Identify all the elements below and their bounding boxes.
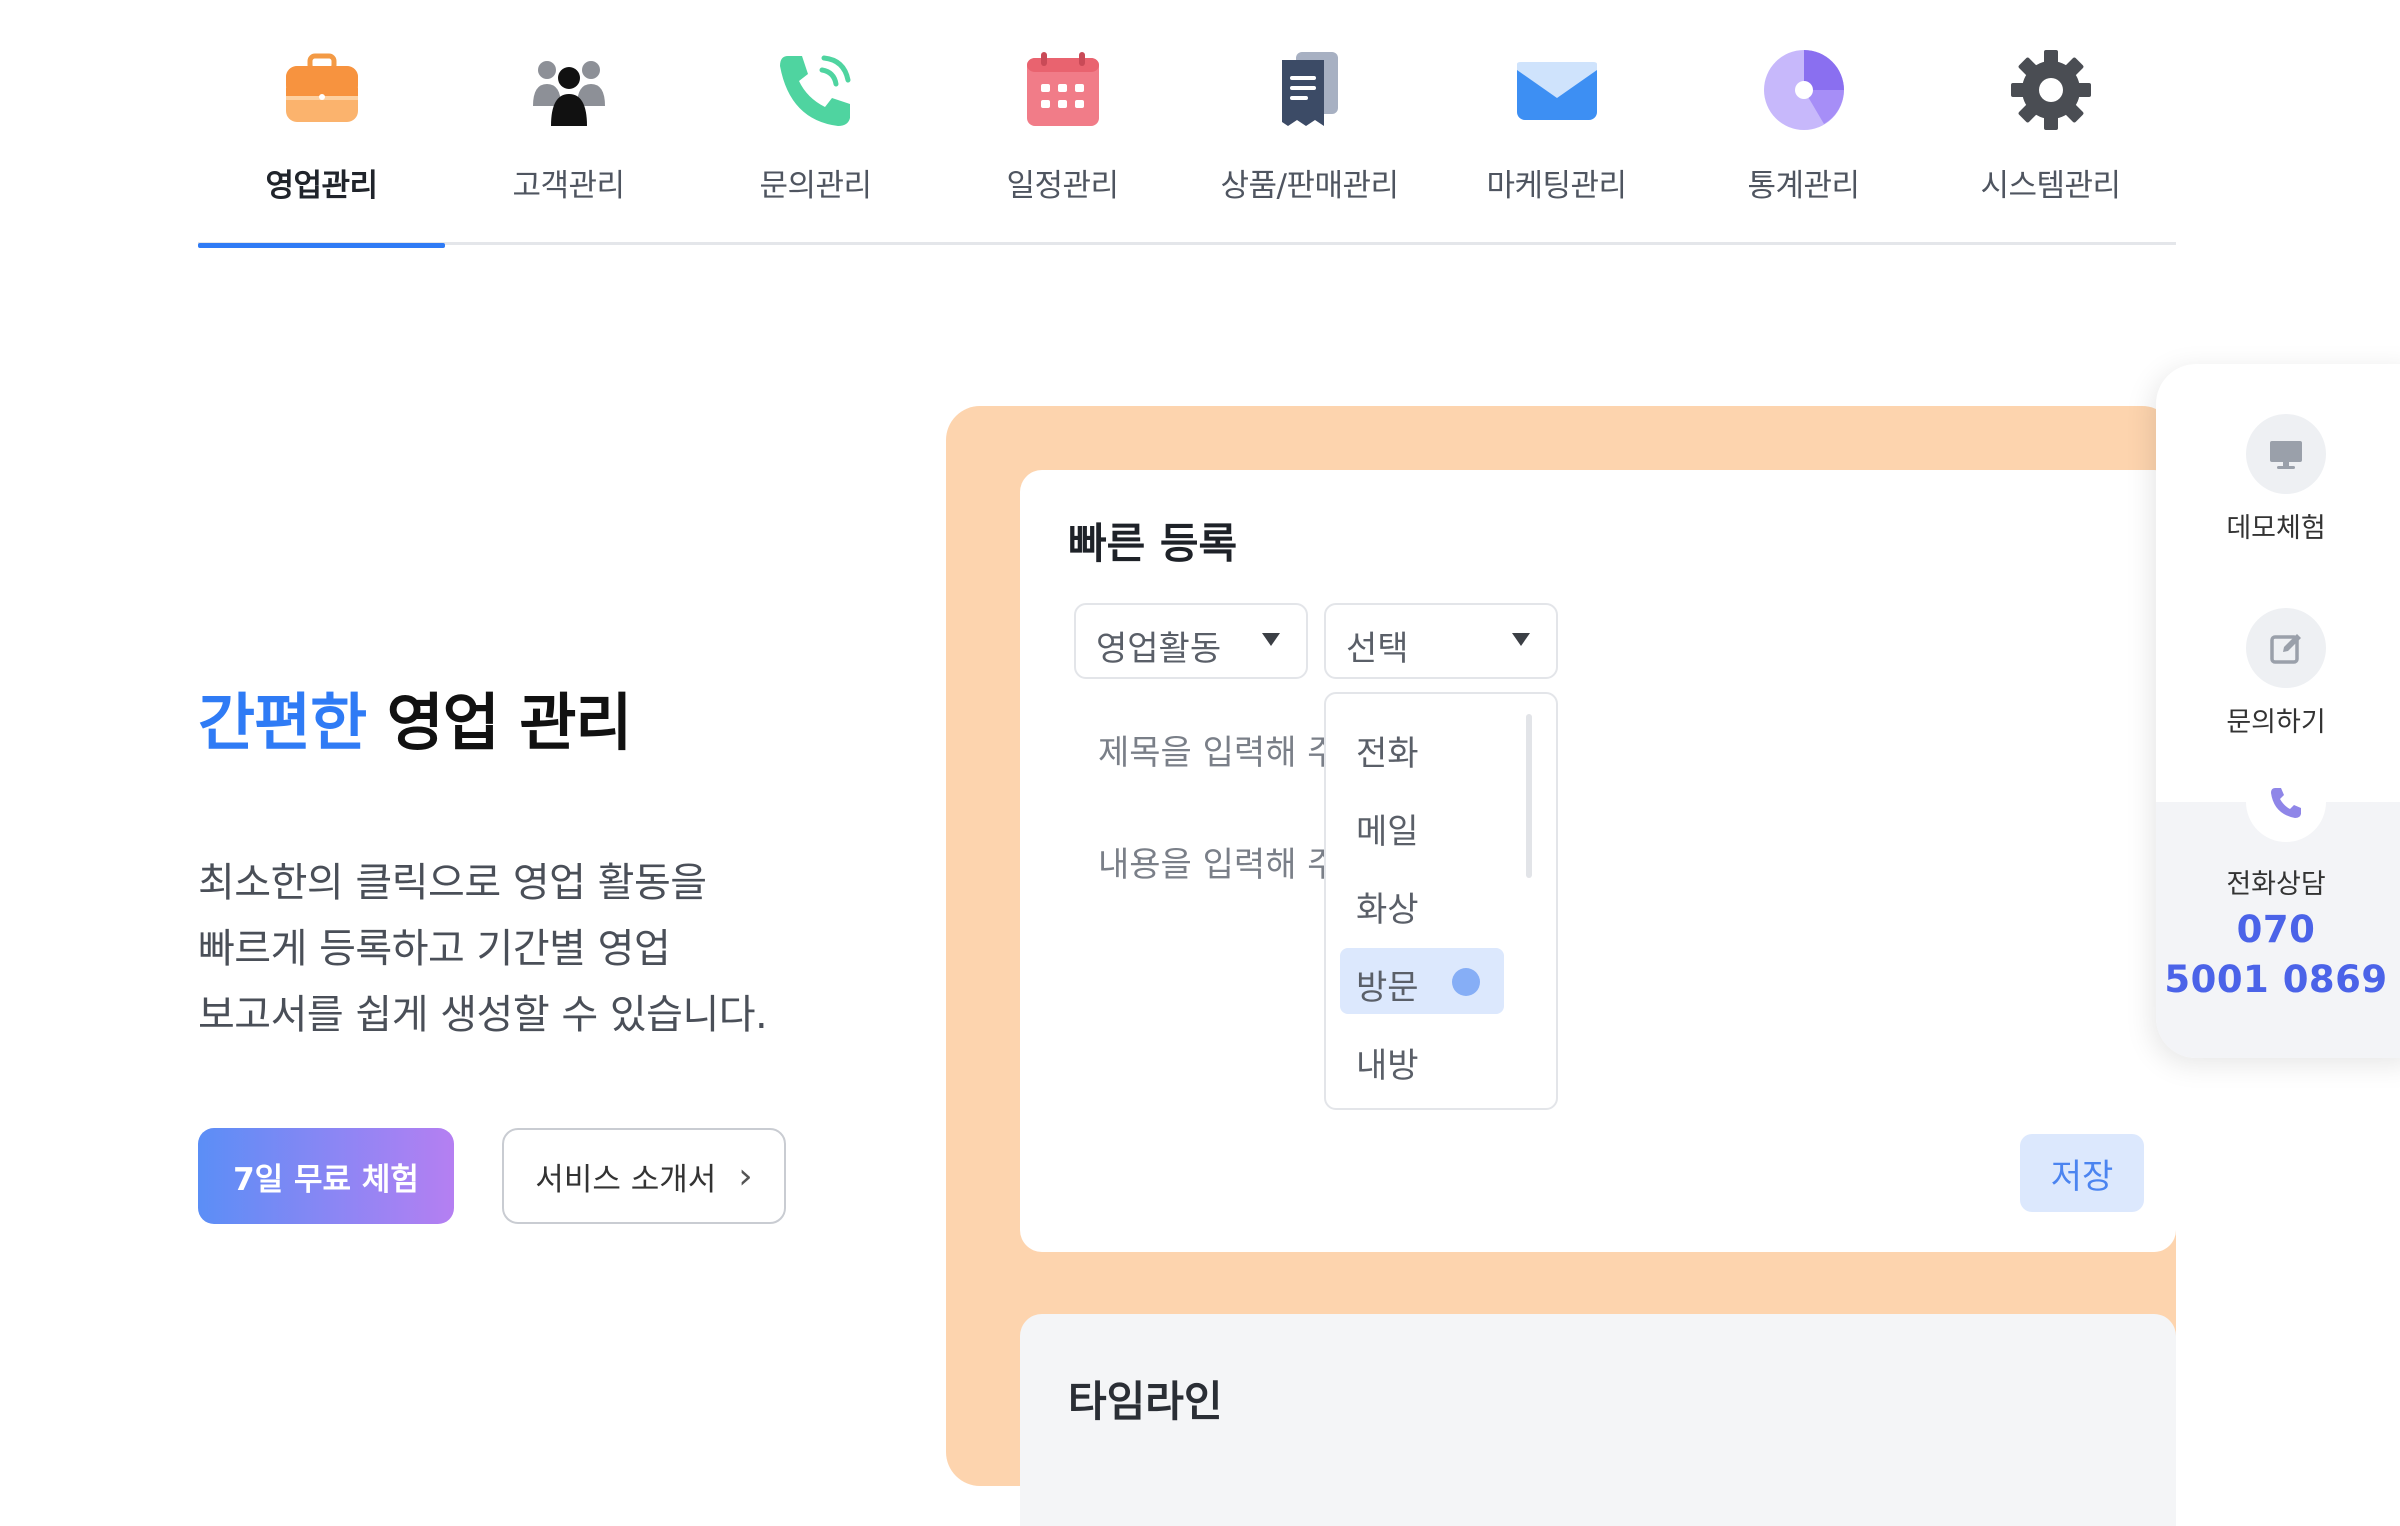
tab-marketing[interactable]: 마케팅관리 bbox=[1433, 0, 1680, 242]
tab-customers[interactable]: 고객관리 bbox=[445, 0, 692, 242]
activity-type-value: 영업활동 bbox=[1096, 629, 1222, 669]
service-intro-label: 서비스 소개서 bbox=[535, 1161, 717, 1198]
timeline-title: 타임라인 bbox=[1068, 1377, 1223, 1426]
calendar-icon bbox=[1021, 48, 1105, 132]
dropdown-option-inbound[interactable]: 내방 bbox=[1340, 1026, 1504, 1092]
hero-title-accent: 간편한 bbox=[198, 686, 367, 759]
tab-sales[interactable]: 영업관리 bbox=[198, 0, 445, 242]
demo-button[interactable] bbox=[2246, 414, 2326, 494]
tab-label: 상품/판매관리 bbox=[1220, 168, 1399, 204]
quick-register-title: 빠른 등록 bbox=[1068, 519, 1238, 568]
tab-products[interactable]: 상품/판매관리 bbox=[1186, 0, 1433, 242]
tab-inquiries[interactable]: 문의관리 bbox=[692, 0, 939, 242]
phone-icon bbox=[774, 48, 858, 132]
inquiry-button[interactable] bbox=[2246, 608, 2326, 688]
dropdown-option-mail[interactable]: 메일 bbox=[1340, 792, 1504, 858]
save-button[interactable]: 저장 bbox=[2020, 1134, 2144, 1212]
phone-number-line1[interactable]: 070 bbox=[2156, 908, 2396, 951]
tab-label: 통계관리 bbox=[1747, 168, 1860, 204]
edit-icon bbox=[2270, 634, 2301, 664]
tab-label: 영업관리 bbox=[265, 168, 378, 204]
tab-label: 시스템관리 bbox=[1980, 168, 2121, 204]
activity-kind-value: 선택 bbox=[1346, 629, 1409, 669]
tab-schedule[interactable]: 일정관리 bbox=[939, 0, 1186, 242]
active-tab-indicator bbox=[198, 243, 445, 248]
tab-label: 마케팅관리 bbox=[1486, 168, 1627, 204]
gear-icon bbox=[2009, 48, 2093, 132]
receipt-icon bbox=[1268, 48, 1352, 132]
caret-down-icon bbox=[1262, 633, 1280, 646]
nav-divider bbox=[198, 242, 2176, 245]
activity-type-select[interactable]: 영업활동 bbox=[1074, 603, 1308, 679]
hero-desc-line: 보고서를 쉽게 생성할 수 있습니다. bbox=[198, 992, 768, 1038]
phone-number-line2[interactable]: 5001 0869 bbox=[2156, 958, 2396, 1001]
dropdown-option-video[interactable]: 화상 bbox=[1340, 870, 1504, 936]
demo-label[interactable]: 데모체험 bbox=[2156, 506, 2396, 545]
timeline-card: 타임라인 bbox=[1020, 1314, 2176, 1526]
monitor-icon bbox=[2270, 441, 2302, 469]
mail-icon bbox=[1515, 48, 1599, 132]
category-nav: 영업관리 고객관리 문의관리 일정관리 상품/판매관리 마케팅관리 통계관리 시… bbox=[198, 0, 2176, 246]
tab-label: 일정관리 bbox=[1006, 168, 1119, 204]
briefcase-icon bbox=[280, 48, 364, 132]
phone-icon bbox=[2271, 788, 2301, 818]
pie-chart-icon bbox=[1762, 48, 1846, 132]
content-input[interactable]: 내용을 입력해 주 bbox=[1098, 837, 1339, 886]
call-label: 전화상담 bbox=[2226, 869, 2326, 900]
users-icon bbox=[527, 48, 611, 132]
floating-contact-panel: 데모체험 문의하기 전화상담 070 5001 0869 bbox=[2156, 364, 2400, 1058]
hero-description: 최소한의 클릭으로 영업 활동을 빠르게 등록하고 기간별 영업 보고서를 쉽게… bbox=[198, 850, 838, 1048]
tab-label: 문의관리 bbox=[759, 168, 872, 204]
option-label: 내방 bbox=[1356, 1046, 1419, 1086]
quick-register-card: 빠른 등록 영업활동 선택 제목을 입력해 주 내용을 입력해 주 전화 메일 … bbox=[1020, 470, 2176, 1252]
tab-system[interactable]: 시스템관리 bbox=[1927, 0, 2174, 242]
option-label: 방문 bbox=[1356, 968, 1419, 1008]
hero-title-rest: 영업 관리 bbox=[366, 686, 633, 759]
free-trial-button[interactable]: 7일 무료 체험 bbox=[198, 1128, 454, 1224]
option-label: 전화 bbox=[1356, 734, 1419, 774]
tab-label: 고객관리 bbox=[512, 168, 625, 204]
option-label: 화상 bbox=[1356, 890, 1419, 930]
hero-desc-line: 최소한의 클릭으로 영업 활동을 bbox=[198, 860, 707, 906]
activity-kind-dropdown: 전화 메일 화상 방문 내방 bbox=[1324, 692, 1558, 1110]
hero-desc-line: 빠르게 등록하고 기간별 영업 bbox=[198, 926, 671, 972]
dropdown-scrollbar[interactable] bbox=[1526, 714, 1532, 878]
chevron-right-icon: › bbox=[738, 1155, 753, 1197]
inquiry-label[interactable]: 문의하기 bbox=[2156, 700, 2396, 739]
title-input[interactable]: 제목을 입력해 주 bbox=[1098, 725, 1339, 774]
activity-kind-select[interactable]: 선택 bbox=[1324, 603, 1558, 679]
dropdown-option-call[interactable]: 전화 bbox=[1340, 714, 1504, 780]
tab-statistics[interactable]: 통계관리 bbox=[1680, 0, 1927, 242]
dropdown-option-visit[interactable]: 방문 bbox=[1340, 948, 1504, 1014]
cursor-dot-icon bbox=[1452, 968, 1480, 996]
service-intro-button[interactable]: 서비스 소개서 › bbox=[502, 1128, 786, 1224]
call-button[interactable] bbox=[2246, 762, 2326, 842]
caret-down-icon bbox=[1512, 633, 1530, 646]
hero-title: 간편한 영업 관리 bbox=[198, 672, 633, 762]
option-label: 메일 bbox=[1356, 812, 1419, 852]
